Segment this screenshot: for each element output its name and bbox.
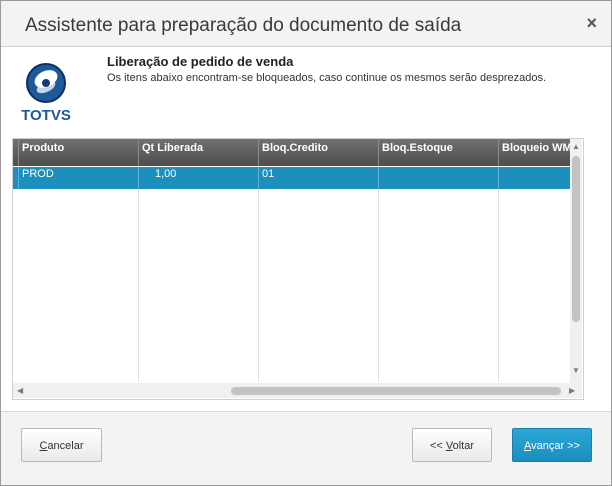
column-header-produto[interactable]: Produto bbox=[18, 139, 138, 166]
scroll-down-icon[interactable]: ▼ bbox=[572, 366, 580, 375]
grid-header: Produto Qt Liberada Bloq.Credito Bloq.Es… bbox=[13, 139, 570, 166]
items-grid[interactable]: Produto Qt Liberada Bloq.Credito Bloq.Es… bbox=[12, 138, 584, 400]
next-button[interactable]: Avançar >> bbox=[512, 428, 592, 462]
column-header-bloq-credito[interactable]: Bloq.Credito bbox=[258, 139, 378, 166]
window-title: Assistente para preparação do documento … bbox=[25, 15, 462, 36]
column-divider bbox=[378, 189, 379, 382]
scroll-left-icon[interactable]: ◀ bbox=[17, 386, 23, 395]
back-button[interactable]: << Voltar bbox=[412, 428, 492, 462]
column-header-bloq-estoque[interactable]: Bloq.Estoque bbox=[378, 139, 498, 166]
horizontal-scroll-thumb[interactable] bbox=[231, 387, 561, 395]
table-row[interactable]: PROD 1,00 01 bbox=[13, 167, 570, 189]
cell-produto: PROD bbox=[18, 167, 138, 189]
horizontal-scrollbar[interactable]: ◀ ▶ bbox=[13, 383, 582, 398]
cell-qt-liberada: 1,00 bbox=[138, 167, 258, 189]
dialog-window: Assistente para preparação do documento … bbox=[0, 0, 612, 486]
cell-bloq-credito: 01 bbox=[258, 167, 378, 189]
page-description: Os itens abaixo encontram-se bloqueados,… bbox=[107, 72, 547, 84]
page-heading: Liberação de pedido de venda bbox=[107, 54, 294, 69]
footer-bar: Cancelar << Voltar Avançar >> bbox=[1, 411, 611, 485]
cancel-button[interactable]: Cancelar bbox=[21, 428, 102, 462]
vertical-scrollbar[interactable]: ▲ ▼ bbox=[570, 139, 582, 384]
wizard-header: TOTVS Liberação de pedido de venda Os it… bbox=[1, 47, 611, 127]
svg-text:TOTVS: TOTVS bbox=[21, 107, 71, 123]
column-divider bbox=[258, 189, 259, 382]
column-header-bloqueio-wms[interactable]: Bloqueio WMS bbox=[498, 139, 570, 166]
cell-bloq-estoque bbox=[378, 167, 498, 189]
title-bar: Assistente para preparação do documento … bbox=[1, 1, 611, 47]
totvs-logo: TOTVS bbox=[15, 57, 77, 124]
cell-bloqueio-wms bbox=[498, 167, 570, 189]
scroll-right-icon[interactable]: ▶ bbox=[569, 386, 575, 395]
scroll-up-icon[interactable]: ▲ bbox=[572, 142, 580, 151]
column-divider bbox=[498, 189, 499, 382]
close-icon[interactable]: × bbox=[586, 13, 597, 34]
vertical-scroll-thumb[interactable] bbox=[572, 156, 580, 322]
column-header-qt-liberada[interactable]: Qt Liberada bbox=[138, 139, 258, 166]
column-divider bbox=[138, 189, 139, 382]
